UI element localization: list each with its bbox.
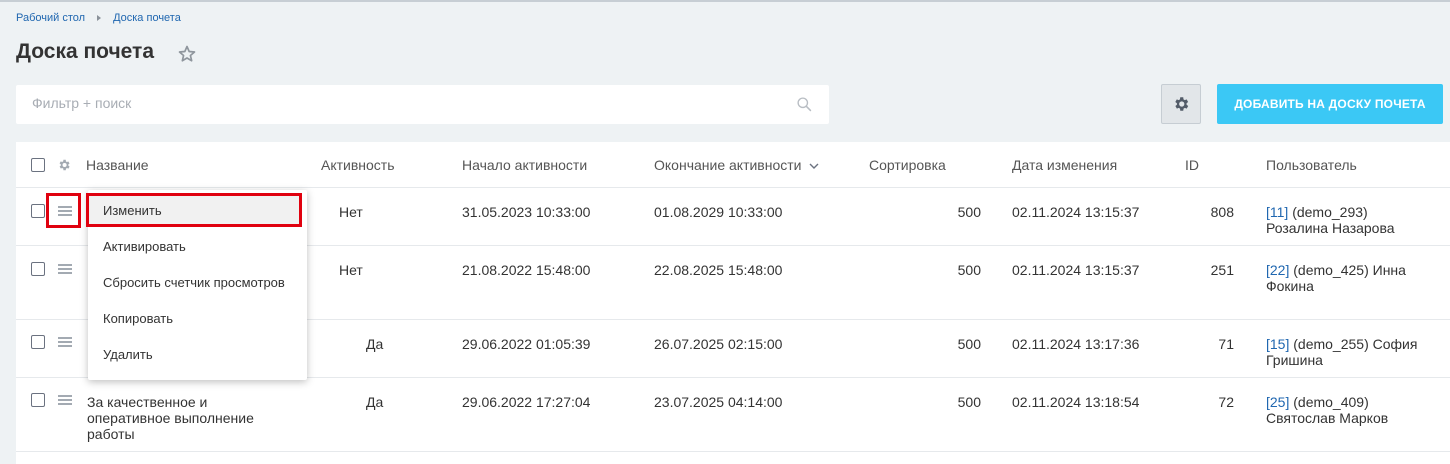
cell-active: Нет [339, 262, 363, 278]
user-id-link[interactable]: [25] [1266, 394, 1289, 410]
column-header-name[interactable]: Название [86, 157, 149, 173]
cell-active: Нет [339, 204, 363, 220]
cell-id-link[interactable]: 71 [1176, 336, 1234, 352]
search-icon[interactable] [796, 96, 813, 113]
user-login: (demo_255) София [1289, 336, 1418, 352]
user-id-link[interactable]: [11] [1266, 204, 1288, 220]
cell-sort: 500 [957, 394, 981, 410]
row-menu-highlight-box [46, 193, 81, 228]
menu-item-reset-views[interactable]: Сбросить счетчик просмотров [103, 275, 285, 290]
row-menu-icon[interactable] [58, 395, 72, 405]
cell-end: 23.07.2025 04:14:00 [654, 394, 783, 410]
row-checkbox[interactable] [31, 204, 45, 218]
breadcrumb: Рабочий стол Доска почета [16, 12, 181, 24]
user-login: (demo_425) Инна [1289, 262, 1406, 278]
breadcrumb-separator-icon [97, 15, 102, 21]
cell-sort: 500 [957, 336, 981, 352]
cell-active: Да [366, 336, 384, 352]
user-login: (demo_409) [1289, 394, 1369, 410]
cell-start: 29.06.2022 01:05:39 [462, 336, 591, 352]
column-header-start[interactable]: Начало активности [462, 157, 587, 173]
gear-icon [1175, 97, 1189, 111]
cell-sort: 500 [957, 262, 981, 278]
user-name: Розалина Назарова [1266, 220, 1395, 236]
top-border [0, 0, 1450, 2]
menu-item-copy[interactable]: Копировать [103, 311, 173, 326]
cell-user: [11] (demo_293) Розалина Назарова [1266, 204, 1446, 236]
name-line: оперативное выполнение [87, 410, 254, 426]
column-header-id[interactable]: ID [1185, 157, 1199, 173]
cell-start: 21.08.2022 15:48:00 [462, 262, 591, 278]
column-header-end-label: Окончание активности [654, 157, 802, 173]
cell-modified: 02.11.2024 13:17:36 [1012, 336, 1140, 352]
cell-user: [15] (demo_255) София Гришина [1266, 336, 1446, 368]
row-menu-icon[interactable] [58, 264, 72, 274]
cell-id-link[interactable]: 72 [1176, 394, 1234, 410]
cell-id-link[interactable]: 251 [1176, 262, 1234, 278]
row-checkbox[interactable] [31, 262, 45, 276]
add-to-honor-board-button[interactable]: ДОБАВИТЬ НА ДОСКУ ПОЧЕТА [1217, 84, 1443, 124]
cell-modified: 02.11.2024 13:15:37 [1012, 204, 1140, 220]
user-id-link[interactable]: [15] [1266, 336, 1289, 352]
cell-modified: 02.11.2024 13:18:54 [1012, 394, 1140, 410]
cell-start: 29.06.2022 17:27:04 [462, 394, 591, 410]
user-name: Святослав Марков [1266, 410, 1389, 426]
row-menu-icon[interactable] [58, 337, 72, 347]
cell-id-link[interactable]: 808 [1176, 204, 1234, 220]
cell-name-link[interactable]: За качественное и оперативное выполнение… [87, 394, 297, 442]
breadcrumb-honor-board[interactable]: Доска почета [113, 12, 181, 24]
column-header-end[interactable]: Окончание активности [654, 157, 819, 173]
sort-chevron-down-icon [809, 163, 819, 169]
cell-sort: 500 [957, 204, 981, 220]
cell-user: [25] (demo_409) Святослав Марков [1266, 394, 1446, 426]
cell-start: 31.05.2023 10:33:00 [462, 204, 591, 220]
row-checkbox[interactable] [31, 393, 45, 407]
breadcrumb-desktop[interactable]: Рабочий стол [16, 12, 85, 24]
user-name: Фокина [1266, 278, 1314, 294]
user-name: Гришина [1266, 352, 1323, 368]
cell-end: 01.08.2029 10:33:00 [654, 204, 783, 220]
cell-user: [22] (demo_425) Инна Фокина [1266, 262, 1446, 294]
row-checkbox[interactable] [31, 335, 45, 349]
column-header-user[interactable]: Пользователь [1266, 157, 1357, 173]
name-line: За качественное и [87, 394, 208, 410]
row-context-menu: Изменить Активировать Сбросить счетчик п… [86, 190, 307, 380]
menu-item-delete[interactable]: Удалить [103, 347, 153, 362]
table-row[interactable]: За качественное и оперативное выполнение… [16, 378, 1450, 452]
column-header-modified[interactable]: Дата изменения [1012, 157, 1117, 173]
user-id-link[interactable]: [22] [1266, 262, 1289, 278]
name-line: работы [87, 426, 135, 442]
user-login: (demo_293) [1288, 204, 1368, 220]
table-header: Название Активность Начало активности Ок… [16, 142, 1450, 188]
settings-button[interactable] [1161, 84, 1201, 124]
cell-end: 26.07.2025 02:15:00 [654, 336, 783, 352]
filter-search-input[interactable] [32, 95, 732, 111]
star-icon[interactable] [177, 44, 197, 64]
cell-end: 22.08.2025 15:48:00 [654, 262, 783, 278]
select-all-checkbox[interactable] [31, 158, 45, 172]
cell-modified: 02.11.2024 13:15:37 [1012, 262, 1140, 278]
column-settings-gear-icon[interactable] [57, 158, 71, 172]
cell-active: Да [366, 394, 384, 410]
column-header-sort[interactable]: Сортировка [869, 157, 946, 173]
menu-item-activate[interactable]: Активировать [103, 239, 186, 254]
filter-search-bar[interactable] [16, 85, 829, 124]
page-title: Доска почета [16, 40, 155, 63]
column-header-active[interactable]: Активность [321, 157, 395, 173]
menu-item-edit[interactable]: Изменить [103, 203, 162, 218]
